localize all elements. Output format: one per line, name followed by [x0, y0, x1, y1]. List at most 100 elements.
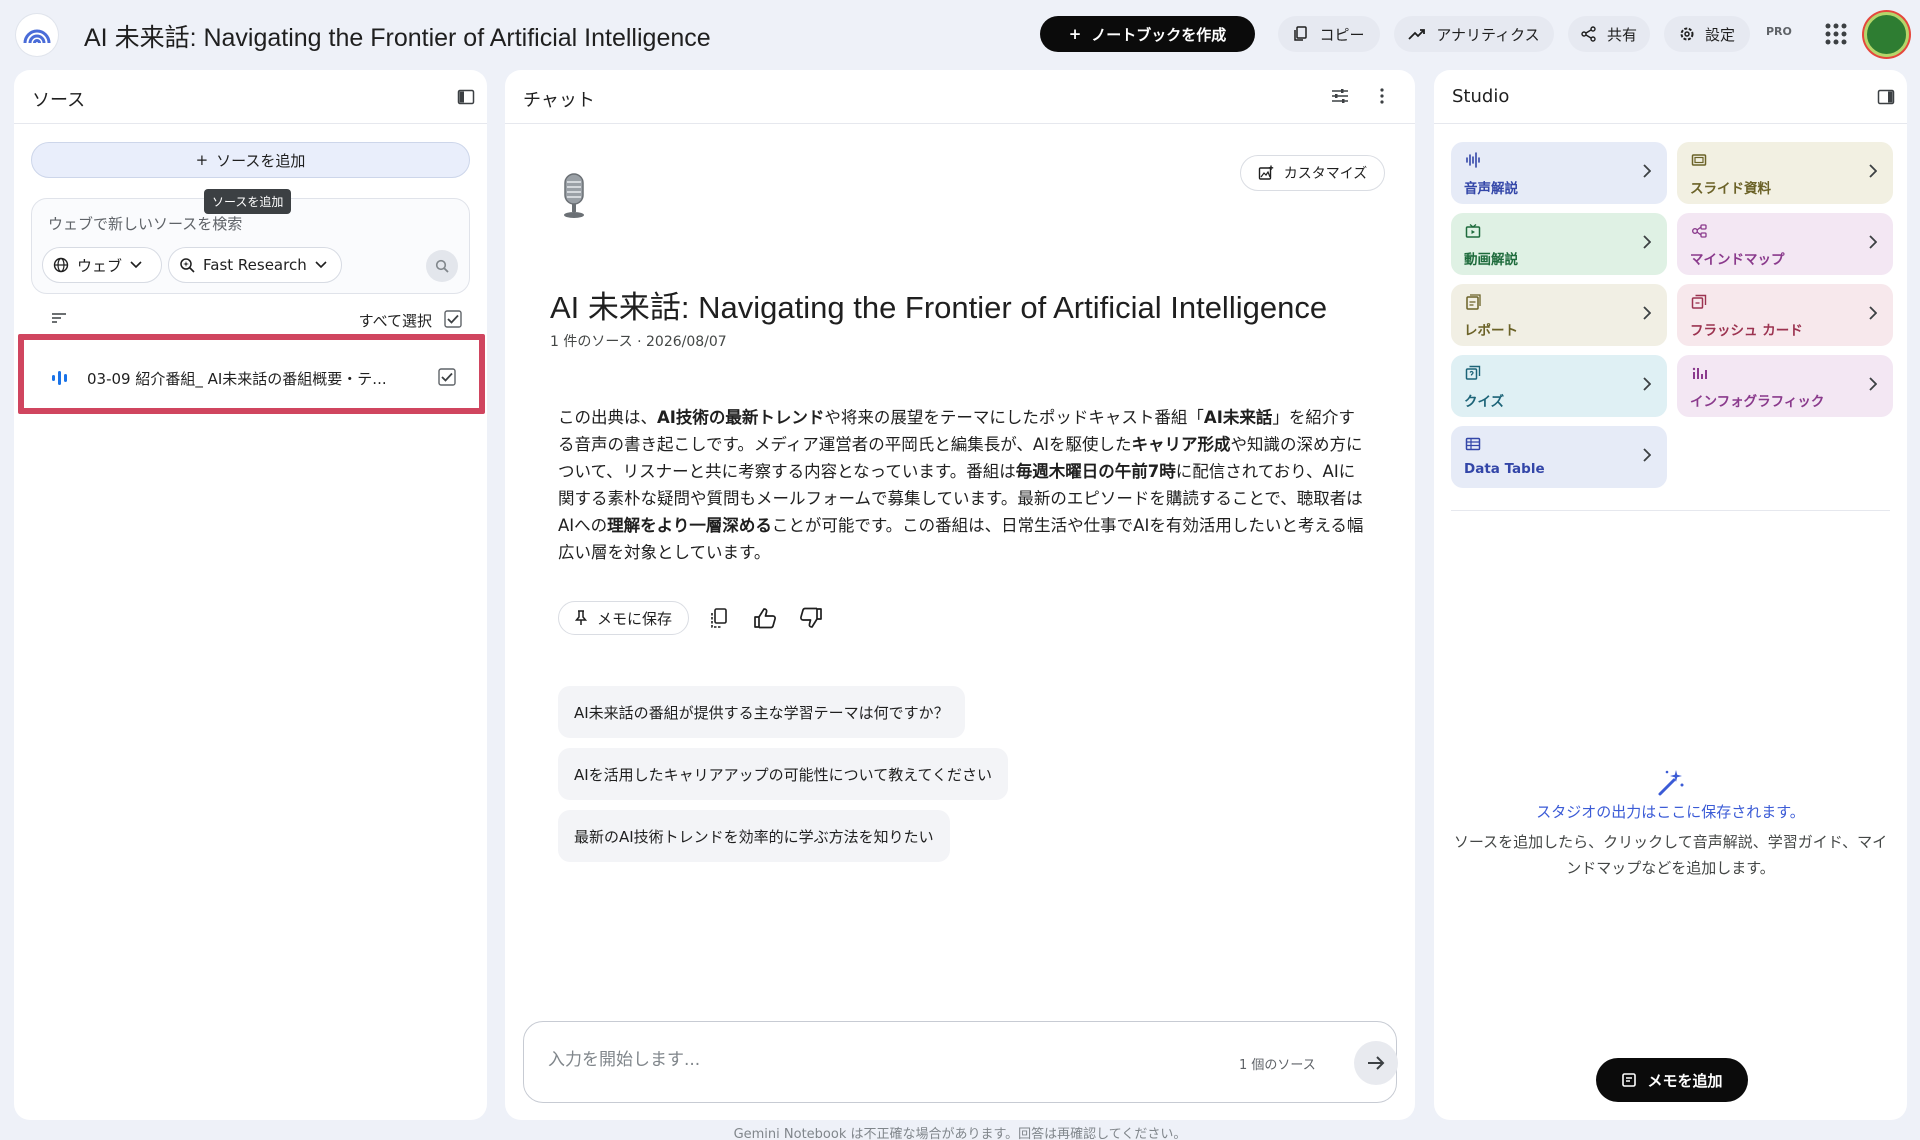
- report-icon: [1466, 294, 1481, 310]
- analytics-button[interactable]: アナリティクス: [1394, 16, 1554, 52]
- studio-tile[interactable]: レポート: [1451, 284, 1667, 346]
- settings-button[interactable]: 設定: [1664, 16, 1750, 52]
- studio-tile-label: スライド資料: [1690, 181, 1771, 197]
- create-notebook-label: ノートブックを作成: [1091, 25, 1227, 44]
- create-notebook-button[interactable]: + ノートブックを作成: [1040, 16, 1255, 52]
- avatar[interactable]: [1864, 12, 1909, 57]
- customize-label: カスタマイズ: [1283, 166, 1368, 182]
- studio-tile-label: Data Table: [1464, 461, 1545, 477]
- chat-panel: チャット カスタマイズ AI 未来話: Navigating the Front…: [505, 70, 1415, 1120]
- studio-tile-label: マインドマップ: [1690, 252, 1785, 268]
- copy-icon: [711, 608, 727, 628]
- globe-icon: [53, 257, 69, 273]
- audio-source-icon: [52, 371, 67, 385]
- customize-image-icon: [1258, 165, 1273, 180]
- notebook-title[interactable]: AI 未来話: Navigating the Frontier of Artif…: [84, 18, 711, 54]
- suggested-question[interactable]: AI未来話の番組が提供する主な学習テーマは何ですか？: [558, 686, 965, 738]
- save-to-memo-button[interactable]: メモに保存: [558, 601, 690, 635]
- select-all-row: すべて選択: [31, 306, 470, 334]
- add-source-tooltip: ソースを追加: [204, 189, 292, 214]
- slides-icon: [1691, 154, 1707, 166]
- analytics-label: アナリティクス: [1436, 25, 1540, 44]
- magic-wand-icon: [1658, 770, 1684, 796]
- share-button[interactable]: 共有: [1568, 16, 1650, 52]
- disclaimer-footer: Gemini Notebook は不正確な場合があります。回答は再確認してくださ…: [733, 1127, 1187, 1140]
- chevron-right-icon: [1869, 377, 1877, 391]
- sources-title: ソース: [32, 90, 86, 111]
- top-bar: AI 未来話: Navigating the Frontier of Artif…: [0, 0, 1920, 70]
- studio-tile-label: インフォグラフィック: [1690, 394, 1825, 410]
- studio-tile[interactable]: スライド資料: [1677, 142, 1893, 204]
- source-checkbox[interactable]: [438, 368, 456, 386]
- studio-tile[interactable]: フラッシュ カード: [1677, 284, 1893, 346]
- pro-badge: PRO: [1766, 25, 1792, 38]
- collapse-panel-icon[interactable]: [1877, 88, 1895, 106]
- add-memo-label: メモを追加: [1647, 1071, 1723, 1090]
- chevron-right-icon: [1643, 235, 1651, 249]
- quiz-icon: [1465, 365, 1481, 380]
- response-actions: メモに保存: [558, 600, 827, 636]
- copy-label: コピー: [1319, 25, 1365, 44]
- chat-input[interactable]: [548, 1050, 1148, 1070]
- send-button[interactable]: [1354, 1041, 1398, 1085]
- notebook-logo-icon[interactable]: [16, 14, 58, 56]
- suggested-question[interactable]: 最新のAI技術トレンドを効率的に学ぶ方法を知りたい: [558, 810, 950, 862]
- studio-tile[interactable]: クイズ: [1451, 355, 1667, 417]
- suggested-question[interactable]: AIを活用したキャリアアップの可能性について教えてください: [558, 748, 1009, 800]
- pin-icon: [575, 610, 587, 625]
- source-count: 1 個のソース: [1239, 1058, 1316, 1073]
- select-all-checkbox[interactable]: [444, 310, 462, 328]
- apps-grid-icon[interactable]: [1822, 20, 1850, 48]
- chevron-right-icon: [1643, 164, 1651, 178]
- web-chip[interactable]: ウェブ: [42, 247, 162, 283]
- thumbs-up-icon: [754, 608, 776, 629]
- thumbs-up-button[interactable]: [749, 602, 781, 634]
- thumbs-down-button[interactable]: [795, 602, 827, 634]
- add-memo-button[interactable]: メモを追加: [1596, 1058, 1748, 1102]
- research-chip-label: Fast Research: [203, 256, 307, 274]
- mindmap-icon: [1692, 224, 1707, 238]
- search-placeholder[interactable]: ウェブで新しいソースを検索: [48, 213, 242, 234]
- arrow-right-icon: [1368, 1056, 1385, 1070]
- filter-sort-icon[interactable]: [51, 312, 67, 324]
- notebook-heading: AI 未来話: Navigating the Frontier of Artif…: [550, 290, 1328, 325]
- research-mode-chip[interactable]: Fast Research: [168, 247, 342, 283]
- studio-tile[interactable]: 音声解説: [1451, 142, 1667, 204]
- thumbs-down-icon: [800, 607, 822, 628]
- more-vert-icon[interactable]: [1379, 87, 1385, 105]
- gear-icon: [1680, 27, 1694, 41]
- search-submit-button[interactable]: [426, 250, 458, 282]
- source-summary: この出典は、AI技術の最新トレンドや将来の展望をテーマにしたポッドキャスト番組「…: [558, 404, 1368, 566]
- summary-highlight: キャリア形成: [1131, 435, 1231, 454]
- source-name: 03-09 紹介番組_ AI未来話の番組概要・テ...: [87, 370, 387, 388]
- studio-tile[interactable]: マインドマップ: [1677, 213, 1893, 275]
- chevron-down-icon: [315, 261, 327, 269]
- chat-title: チャット: [523, 90, 595, 111]
- collapse-panel-icon[interactable]: [457, 88, 475, 106]
- studio-header: Studio: [1434, 70, 1907, 124]
- settings-label: 設定: [1704, 25, 1735, 44]
- chevron-right-icon: [1643, 377, 1651, 391]
- studio-tile[interactable]: インフォグラフィック: [1677, 355, 1893, 417]
- chevron-right-icon: [1869, 235, 1877, 249]
- trending-up-icon: [1408, 29, 1426, 40]
- tune-settings-icon[interactable]: [1331, 87, 1349, 105]
- customize-button[interactable]: カスタマイズ: [1240, 155, 1385, 191]
- select-all-label: すべて選択: [358, 312, 432, 330]
- summary-highlight: 理解をより一層深める: [607, 516, 772, 535]
- note-icon: [1622, 1073, 1637, 1087]
- studio-empty-description: ソースを追加したら、クリックして音声解説、学習ガイド、マインドマップなどを追加し…: [1453, 833, 1888, 877]
- studio-tile[interactable]: Data Table: [1451, 426, 1667, 488]
- add-source-button[interactable]: + ソースを追加: [31, 142, 470, 178]
- copy-button[interactable]: コピー: [1278, 16, 1380, 52]
- chat-header: チャット: [505, 70, 1415, 124]
- flashcard-icon: [1691, 294, 1707, 309]
- source-list-item[interactable]: 03-09 紹介番組_ AI未来話の番組概要・テ...: [18, 334, 485, 414]
- check-icon: [438, 368, 456, 386]
- infographic-icon: [1692, 367, 1707, 379]
- copy-response-button[interactable]: [703, 602, 735, 634]
- video-icon: [1465, 224, 1481, 238]
- studio-title: Studio: [1452, 86, 1510, 107]
- chevron-down-icon: [130, 261, 142, 269]
- studio-tile[interactable]: 動画解説: [1451, 213, 1667, 275]
